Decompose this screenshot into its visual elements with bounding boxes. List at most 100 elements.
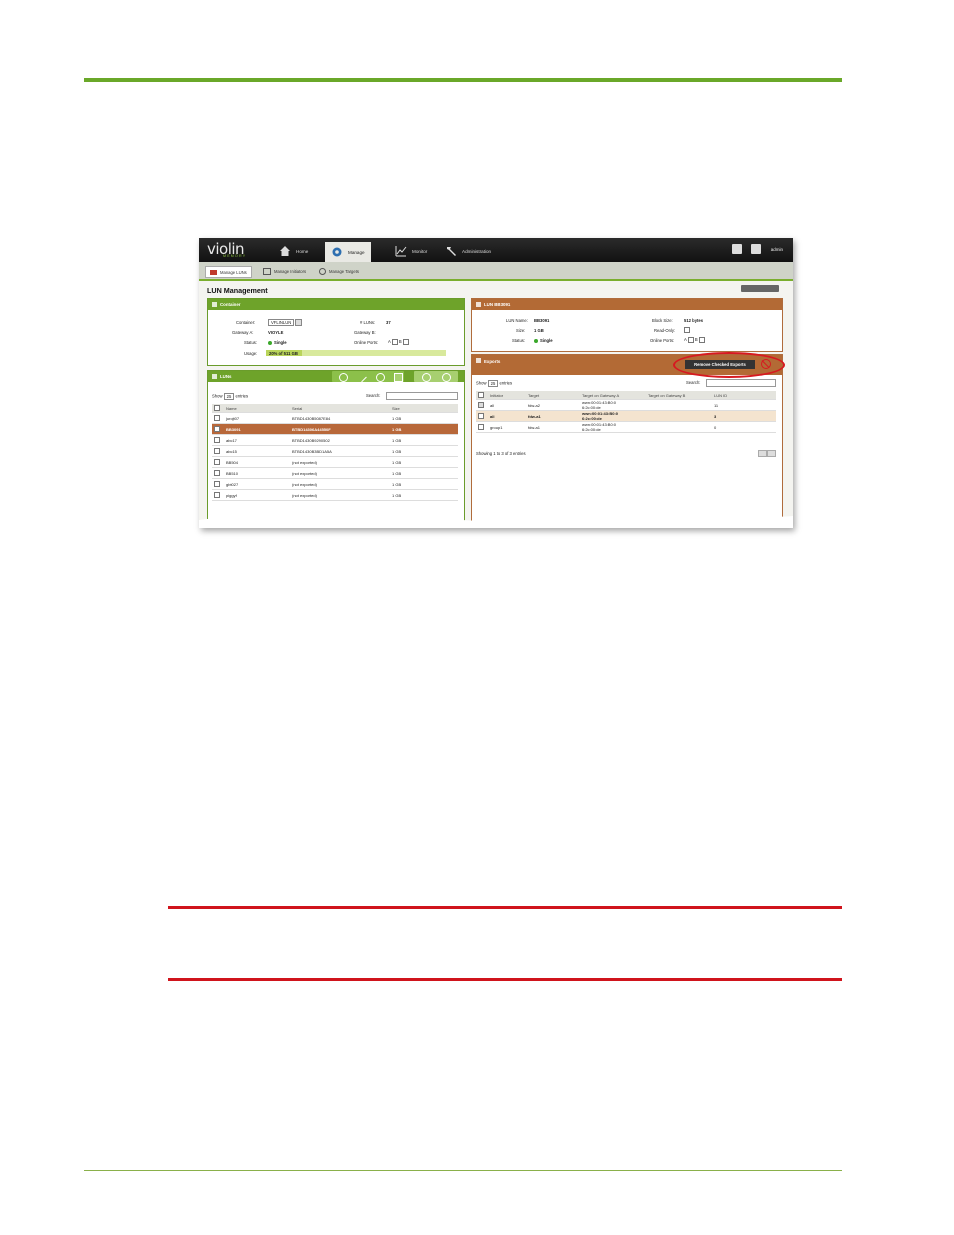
export-target-b: [646, 421, 712, 433]
exports-length-control: Show 25 entries: [476, 380, 513, 387]
unexport-icon[interactable]: [442, 373, 451, 382]
row-checkbox[interactable]: [214, 448, 220, 454]
read-only-label: Read-Only:: [654, 328, 676, 333]
tab-manage-targets[interactable]: Manage Targets: [319, 266, 359, 276]
table-row[interactable]: abc15 BTBD1430B3BD1A5A 1 GB: [212, 445, 458, 457]
export-target: fdw-a2: [526, 399, 580, 411]
row-checkbox[interactable]: [214, 426, 220, 432]
col-target[interactable]: Target: [526, 391, 580, 400]
home-icon: [280, 246, 290, 256]
luns-page-size-select[interactable]: 25: [223, 393, 235, 400]
export-lun-id: 11: [712, 399, 776, 411]
luns-icon: [212, 374, 217, 379]
top-right-button[interactable]: [741, 285, 779, 292]
lun-port-a-checkbox[interactable]: [687, 337, 694, 343]
table-row[interactable]: group1 fdw-a1 wwn:00:01:43:B0:0 6:2c:00:de 0: [476, 421, 776, 433]
export-target-a: wwn:00:01:43:B0:0 6:2c:00:de: [580, 399, 646, 411]
gear-icon: [332, 247, 342, 257]
violin-logo-sub: MEMORY: [223, 254, 247, 258]
nav-manage[interactable]: Manage: [325, 242, 371, 262]
select-all-checkbox[interactable]: [214, 405, 220, 411]
table-row[interactable]: gbt027 (not exported) 1 GB: [212, 478, 458, 490]
gateway-b-label: Gateway B:: [354, 330, 376, 335]
nav-monitor[interactable]: Monitor: [395, 242, 427, 260]
lun-serial: BTBD14306A44550F: [290, 423, 390, 435]
nav-home[interactable]: Home: [279, 242, 308, 260]
export-initiator: all: [488, 399, 526, 411]
select-all-checkbox[interactable]: [478, 392, 484, 398]
container-select[interactable]: VFLINLUN: [268, 319, 303, 326]
container-label: Container:: [236, 320, 256, 325]
gateway-a-value: VIOYLE: [268, 330, 284, 335]
row-checkbox-checked[interactable]: [478, 402, 484, 408]
delete-icon[interactable]: [394, 373, 403, 382]
row-checkbox[interactable]: [478, 413, 484, 419]
col-serial[interactable]: Serial: [290, 404, 390, 413]
table-row[interactable]: BB504 (not exported) 1 GB: [212, 456, 458, 468]
target-icon: [319, 267, 326, 275]
table-row[interactable]: abc17 BTBD1430B9290502 1 GB: [212, 434, 458, 446]
col-initiator[interactable]: Initiator: [488, 391, 526, 400]
col-name[interactable]: Name: [224, 404, 290, 413]
row-checkbox[interactable]: [214, 415, 220, 421]
next-page-icon[interactable]: [767, 450, 776, 457]
nav-administration[interactable]: Administration: [445, 242, 491, 260]
tab-manage-initiators[interactable]: Manage Initiators: [263, 266, 306, 276]
torn-edge: [199, 516, 793, 528]
port-a-checkbox[interactable]: [391, 339, 398, 345]
nav-home-label: Home: [296, 248, 309, 254]
row-checkbox[interactable]: [214, 437, 220, 443]
container-panel-header: Container: [208, 299, 464, 310]
help-icon[interactable]: [732, 244, 742, 254]
lun-size: 1 GB: [390, 423, 458, 435]
row-checkbox[interactable]: [214, 481, 220, 487]
col-size[interactable]: Size: [390, 404, 458, 413]
luns-panel-title: LUNs: [220, 374, 232, 379]
exports-footer: Showing 1 to 3 of 3 entries: [476, 451, 526, 456]
exports-title: Exports: [484, 359, 501, 364]
usage-value: 20% of 511 GB: [269, 351, 298, 356]
add-lun-icon[interactable]: [339, 373, 348, 382]
exports-icon: [476, 358, 481, 363]
row-checkbox[interactable]: [214, 459, 220, 465]
table-row[interactable]: piggyf (not exported) 1 GB: [212, 489, 458, 501]
table-row[interactable]: all fdw-a2 wwn:00:01:43:B0:0 6:2c:00:de 11: [476, 399, 776, 411]
col-lun-id[interactable]: LUN ID: [712, 391, 776, 400]
status-value: Single: [268, 340, 287, 345]
lun-status-label: Status:: [512, 338, 526, 343]
luns-search-input[interactable]: [386, 392, 458, 400]
exports-table: Initiator Target Target on Gateway A Tar…: [476, 391, 776, 433]
initiator-icon: [263, 267, 271, 275]
lun-serial: BTBD1430B9290502: [290, 434, 390, 446]
table-row[interactable]: jurojt07 BTBD1430B5087E84 1 GB: [212, 412, 458, 424]
table-row-highlighted[interactable]: all fdw-a1 wwn:00:01:43:B0:0 6:2c:00:de 3: [476, 410, 776, 422]
tab-manage-luns[interactable]: Manage LUNs: [205, 266, 252, 278]
lun-port-b-checkbox[interactable]: [698, 337, 705, 343]
lun-serial: (not exported): [290, 478, 390, 490]
row-checkbox[interactable]: [214, 492, 220, 498]
export-lun-id: 3: [712, 410, 776, 422]
table-row[interactable]: BB510 (not exported) 1 GB: [212, 467, 458, 479]
gateway-a-label: Gateway A:: [232, 330, 254, 335]
container-icon: [212, 302, 217, 307]
refresh-icon[interactable]: [376, 373, 385, 382]
logout-icon[interactable]: [751, 244, 761, 254]
prev-page-icon[interactable]: [758, 450, 767, 457]
exports-search-input[interactable]: [706, 379, 776, 387]
col-target-gateway-a[interactable]: Target on Gateway A: [580, 391, 646, 400]
nav-monitor-label: Monitor: [412, 248, 428, 254]
export-icon[interactable]: [422, 373, 431, 382]
app-top-bar: violin MEMORY Home Manage Monitor Admini…: [199, 238, 793, 262]
table-row-selected[interactable]: BB3091 BTBD14306A44550F 1 GB: [212, 423, 458, 435]
lun-name-value: BB3091: [534, 318, 550, 323]
lun-size: 1 GB: [390, 412, 458, 424]
read-only-checkbox[interactable]: [684, 327, 690, 333]
row-checkbox[interactable]: [214, 470, 220, 476]
lun-name: gbt027: [224, 478, 290, 490]
edit-icon[interactable]: [356, 371, 367, 383]
row-checkbox[interactable]: [478, 424, 484, 430]
tab-manage-targets-label: Manage Targets: [329, 268, 359, 274]
port-b-checkbox[interactable]: [402, 339, 409, 345]
exports-page-size-select[interactable]: 25: [487, 380, 499, 387]
col-target-gateway-b[interactable]: Target on Gateway B: [646, 391, 712, 400]
